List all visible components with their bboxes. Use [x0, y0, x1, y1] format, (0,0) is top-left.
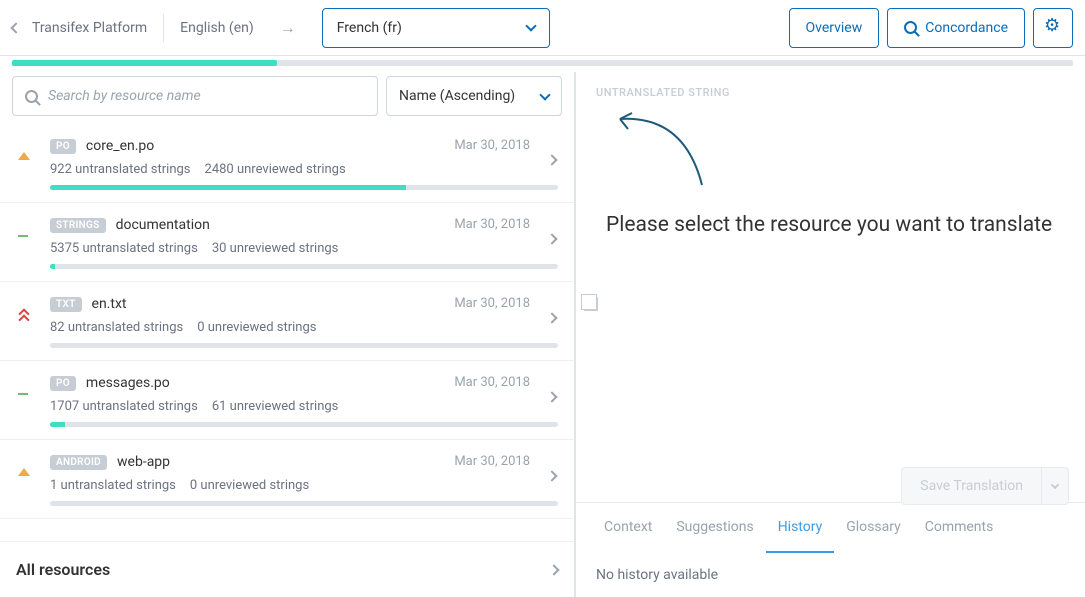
untranslated-count: 82 untranslated strings [50, 320, 183, 335]
search-input[interactable] [48, 88, 365, 104]
priority-normal-icon [18, 393, 28, 395]
unreviewed-count: 0 unreviewed strings [190, 478, 309, 493]
resource-type-badge: PO [50, 139, 76, 154]
priority-high-icon [18, 310, 30, 324]
resource-type-badge: TXT [50, 297, 82, 312]
chevron-left-icon [10, 22, 21, 33]
target-language-select[interactable]: French (fr) [322, 8, 550, 48]
arrow-right-icon: → [280, 18, 296, 38]
save-translation-button[interactable]: Save Translation [901, 467, 1042, 505]
save-translation-dropdown[interactable] [1042, 467, 1069, 505]
source-language[interactable]: English (en) [180, 20, 254, 36]
resource-progress-bar [50, 501, 558, 506]
tab-history[interactable]: History [766, 503, 835, 553]
resource-date: Mar 30, 2018 [454, 217, 530, 232]
detail-tabs: Context Suggestions History Glossary Com… [576, 502, 1085, 553]
tab-suggestions[interactable]: Suggestions [664, 503, 765, 553]
priority-up-icon [18, 152, 30, 160]
copy-icon[interactable] [584, 297, 598, 311]
resource-progress-bar [50, 343, 558, 348]
untranslated-count: 922 untranslated strings [50, 162, 191, 177]
all-resources-label: All resources [16, 560, 110, 579]
chevron-right-icon [548, 564, 559, 575]
chevron-down-icon [525, 20, 536, 31]
breadcrumb[interactable]: Transifex Platform [12, 20, 147, 36]
resource-item[interactable]: ANDROID web-app Mar 30, 2018 1 untransla… [0, 440, 574, 519]
unreviewed-count: 61 unreviewed strings [212, 399, 339, 414]
unreviewed-count: 0 unreviewed strings [197, 320, 316, 335]
resource-progress-bar [50, 422, 558, 427]
search-icon [904, 21, 917, 34]
resource-name: web-app [117, 454, 170, 470]
untranslated-string-label: UNTRANSLATED STRING [576, 72, 1085, 105]
resource-date: Mar 30, 2018 [454, 454, 530, 469]
prompt-text: Please select the resource you want to t… [576, 195, 1085, 240]
sort-label: Name (Ascending) [399, 88, 515, 104]
overview-button[interactable]: Overview [789, 8, 880, 48]
concordance-button[interactable]: Concordance [887, 8, 1025, 48]
resource-name: documentation [116, 217, 210, 233]
resource-date: Mar 30, 2018 [454, 375, 530, 390]
resource-type-badge: ANDROID [50, 455, 107, 470]
settings-button[interactable] [1033, 8, 1073, 48]
resource-name: core_en.po [86, 138, 154, 154]
resource-name: en.txt [92, 296, 127, 312]
search-box[interactable] [12, 76, 378, 116]
tab-comments[interactable]: Comments [913, 503, 1006, 553]
untranslated-count: 1707 untranslated strings [50, 399, 198, 414]
resource-date: Mar 30, 2018 [454, 138, 530, 153]
curved-arrow-icon [604, 105, 714, 195]
resource-item[interactable]: STRINGS documentation Mar 30, 2018 5375 … [0, 203, 574, 282]
resource-item[interactable]: TXT en.txt Mar 30, 2018 82 untranslated … [0, 282, 574, 361]
all-resources-row[interactable]: All resources [0, 541, 574, 597]
resource-progress-bar [50, 264, 558, 269]
resource-type-badge: STRINGS [50, 218, 106, 233]
resource-name: messages.po [86, 375, 170, 391]
gear-icon [1045, 20, 1061, 36]
global-progress-bar [12, 60, 1073, 66]
resource-item[interactable]: PO core_en.po Mar 30, 2018 922 untransla… [0, 124, 574, 203]
tab-content: No history available [576, 553, 1085, 597]
resource-date: Mar 30, 2018 [454, 296, 530, 311]
priority-up-icon [18, 468, 30, 476]
resource-progress-bar [50, 185, 558, 190]
resource-item[interactable]: PO messages.po Mar 30, 2018 1707 untrans… [0, 361, 574, 440]
chevron-down-icon [1051, 481, 1059, 489]
unreviewed-count: 30 unreviewed strings [212, 241, 339, 256]
sort-select[interactable]: Name (Ascending) [386, 76, 562, 116]
tab-context[interactable]: Context [592, 503, 664, 553]
untranslated-count: 5375 untranslated strings [50, 241, 198, 256]
unreviewed-count: 2480 unreviewed strings [205, 162, 346, 177]
tab-glossary[interactable]: Glossary [834, 503, 912, 553]
chevron-down-icon [539, 89, 550, 100]
priority-normal-icon [18, 235, 28, 237]
search-icon [25, 90, 38, 103]
divider [163, 14, 164, 42]
target-language-label: French (fr) [337, 20, 402, 36]
resource-type-badge: PO [50, 376, 76, 391]
untranslated-count: 1 untranslated strings [50, 478, 176, 493]
project-name: Transifex Platform [32, 20, 147, 36]
